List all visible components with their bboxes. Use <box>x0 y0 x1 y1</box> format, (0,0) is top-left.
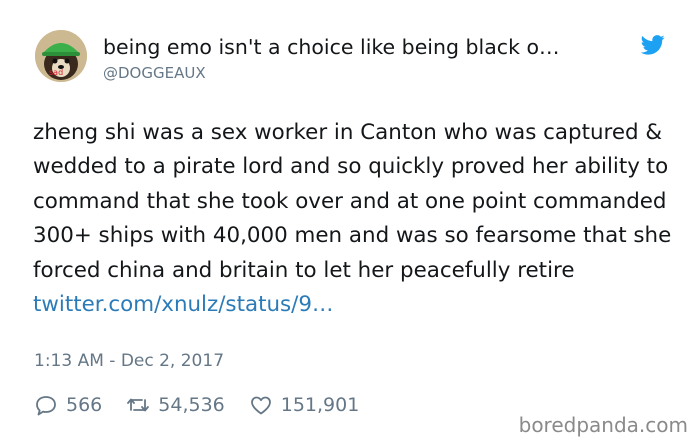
reply-button[interactable]: 566 <box>34 393 102 417</box>
speech-bubble-icon <box>36 396 56 416</box>
tweet-link[interactable]: twitter.com/xnulz/status/9… <box>33 288 673 322</box>
heart-icon <box>250 396 271 415</box>
retweet-button[interactable]: 54,536 <box>126 393 225 417</box>
like-count: 151,901 <box>280 394 360 416</box>
tweet-card: sad being emo isn't a choice like being … <box>0 0 700 446</box>
tweet-actions: 566 54,536 151,901 <box>34 392 383 418</box>
tweet-header: sad being emo isn't a choice like being … <box>35 30 675 90</box>
like-button[interactable]: 151,901 <box>249 393 360 417</box>
retweet-arrows-icon <box>127 398 150 412</box>
tweet-timestamp[interactable]: 1:13 AM - Dec 2, 2017 <box>34 350 224 372</box>
twitter-bird-icon[interactable] <box>641 35 665 55</box>
watermark: boredpanda.com <box>518 413 688 437</box>
tweet-text: zheng shi was a sex worker in Canton who… <box>33 120 672 283</box>
avatar[interactable]: sad <box>35 30 87 82</box>
tweet-body: zheng shi was a sex worker in Canton who… <box>33 116 673 322</box>
user-handle[interactable]: @DOGGEAUX <box>103 63 206 83</box>
reply-count: 566 <box>66 394 103 416</box>
retweet-count: 54,536 <box>158 394 225 416</box>
display-name[interactable]: being emo isn't a choice like being blac… <box>103 34 633 60</box>
svg-text:sad: sad <box>49 68 63 77</box>
